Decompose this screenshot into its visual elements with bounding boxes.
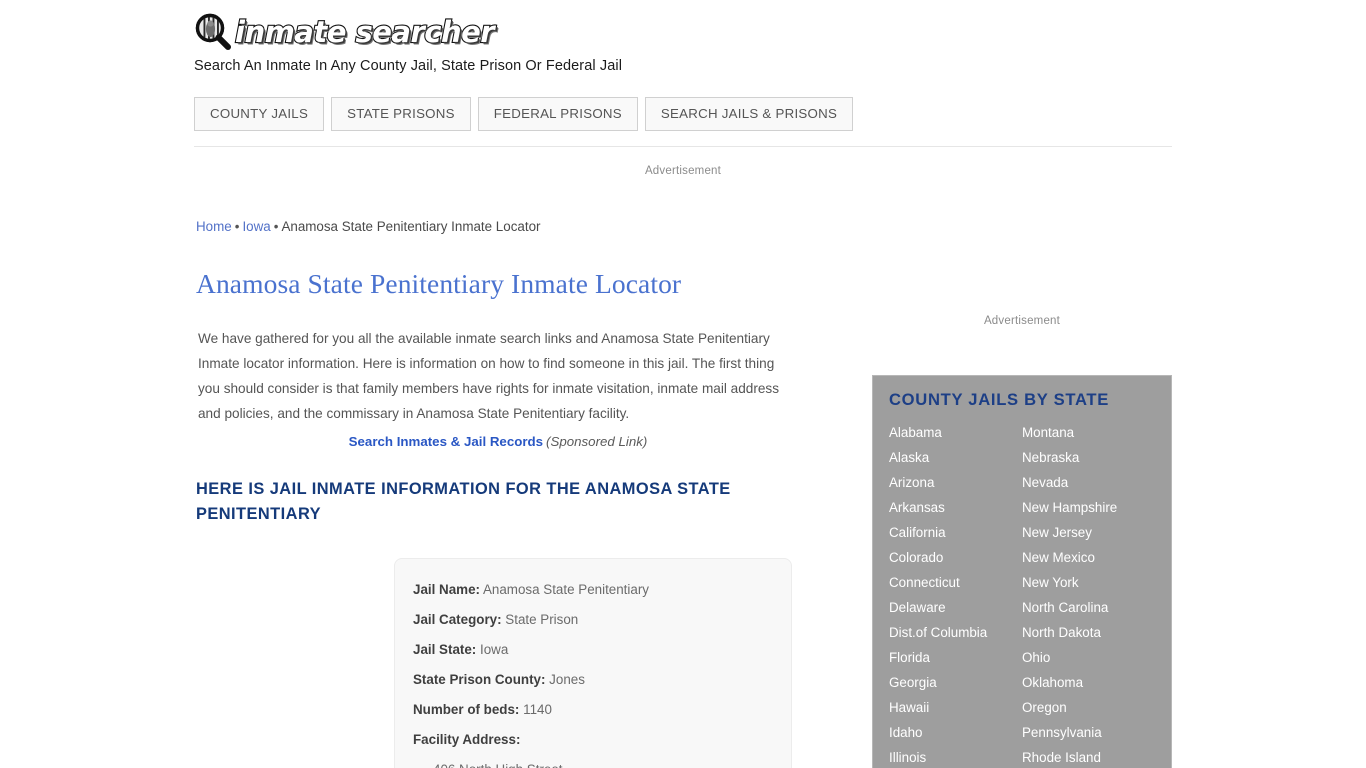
state-link-north-dakota[interactable]: North Dakota <box>1022 620 1155 645</box>
state-link-pennsylvania[interactable]: Pennsylvania <box>1022 720 1155 745</box>
info-label-jail-state: Jail State: <box>413 642 477 657</box>
state-link-new-jersey[interactable]: New Jersey <box>1022 520 1155 545</box>
intro-paragraph: We have gathered for you all the availab… <box>198 330 780 422</box>
site-logo-text: inmate searcher <box>234 14 496 50</box>
state-link-alaska[interactable]: Alaska <box>889 445 1022 470</box>
state-link-delaware[interactable]: Delaware <box>889 595 1022 620</box>
sponsored-link-row: Search Inmates & Jail Records (Sponsored … <box>196 434 800 449</box>
main-navigation: COUNTY JAILS STATE PRISONS FEDERAL PRISO… <box>194 97 854 131</box>
state-link-grid: Alabama Montana Alaska Nebraska Arizona … <box>889 420 1155 768</box>
magnifier-prison-bars-icon <box>194 13 232 51</box>
state-link-california[interactable]: California <box>889 520 1022 545</box>
state-link-arizona[interactable]: Arizona <box>889 470 1022 495</box>
info-row-prison-county: State Prison County: Jones <box>413 665 773 695</box>
state-link-new-mexico[interactable]: New Mexico <box>1022 545 1155 570</box>
sidebar-ad-label: Advertisement <box>983 315 1061 327</box>
info-row-jail-category: Jail Category: State Prison <box>413 605 773 635</box>
sidebar-heading: COUNTY JAILS BY STATE <box>889 390 1109 409</box>
state-link-nevada[interactable]: Nevada <box>1022 470 1155 495</box>
info-row-number-of-beds: Number of beds: 1140 <box>413 695 773 725</box>
info-value-jail-name: Anamosa State Penitentiary <box>482 582 649 597</box>
page-title: Anamosa State Penitentiary Inmate Locato… <box>196 268 682 299</box>
info-label-prison-county: State Prison County: <box>413 672 546 687</box>
site-logo[interactable]: inmate searcher <box>194 12 894 52</box>
info-value-jail-state: Iowa <box>480 642 509 657</box>
top-ad-label: Advertisement <box>644 165 722 177</box>
state-link-dist-of-columbia[interactable]: Dist.of Columbia <box>889 620 1022 645</box>
nav-county-jails[interactable]: COUNTY JAILS <box>194 97 325 131</box>
state-link-ohio[interactable]: Ohio <box>1022 645 1155 670</box>
info-row-jail-state: Jail State: Iowa <box>413 635 773 665</box>
breadcrumb: Home • Iowa • Anamosa State Penitentiary Inm… <box>196 219 540 234</box>
state-link-montana[interactable]: Montana <box>1022 420 1155 445</box>
state-link-north-carolina[interactable]: North Carolina <box>1022 595 1155 620</box>
content-container: inmate searcher Search An Inmate In Any … <box>194 0 1172 768</box>
info-value-prison-county: Jones <box>549 672 585 687</box>
state-link-arkansas[interactable]: Arkansas <box>889 495 1022 520</box>
state-link-oklahoma[interactable]: Oklahoma <box>1022 670 1155 695</box>
state-link-georgia[interactable]: Georgia <box>889 670 1022 695</box>
nav-search-jails-prisons[interactable]: SEARCH JAILS & PRISONS <box>644 97 854 131</box>
site-tagline: Search An Inmate In Any County Jail, Sta… <box>194 58 623 74</box>
info-label-number-of-beds: Number of beds: <box>413 702 520 717</box>
info-row-jail-name: Jail Name: Anamosa State Penitentiary <box>413 575 773 605</box>
jail-info-box: Jail Name: Anamosa State Penitentiary Ja… <box>394 558 792 768</box>
info-value-jail-category: State Prison <box>505 612 579 627</box>
state-link-illinois[interactable]: Illinois <box>889 745 1022 768</box>
sponsored-note: (Sponsored Link) <box>546 434 648 449</box>
state-link-nebraska[interactable]: Nebraska <box>1022 445 1155 470</box>
search-inmates-jail-records-link[interactable]: Search Inmates & Jail Records <box>349 434 543 449</box>
nav-state-prisons[interactable]: STATE PRISONS <box>331 97 471 131</box>
info-label-jail-name: Jail Name: <box>413 582 480 597</box>
site-header: inmate searcher Search An Inmate In Any … <box>194 12 894 74</box>
breadcrumb-home[interactable]: Home <box>196 219 232 234</box>
state-link-colorado[interactable]: Colorado <box>889 545 1022 570</box>
state-link-florida[interactable]: Florida <box>889 645 1022 670</box>
state-link-new-york[interactable]: New York <box>1022 570 1155 595</box>
breadcrumb-separator-1: • <box>234 219 240 234</box>
info-label-facility-address: Facility Address: <box>413 732 521 747</box>
state-link-connecticut[interactable]: Connecticut <box>889 570 1022 595</box>
header-divider <box>194 146 1172 147</box>
nav-federal-prisons[interactable]: FEDERAL PRISONS <box>477 97 638 131</box>
info-value-address-line-1: 406 North High Street <box>413 755 773 768</box>
breadcrumb-current: Anamosa State Penitentiary Inmate Locato… <box>281 219 541 234</box>
state-link-idaho[interactable]: Idaho <box>889 720 1022 745</box>
state-link-new-hampshire[interactable]: New Hampshire <box>1022 495 1155 520</box>
breadcrumb-state[interactable]: Iowa <box>242 219 270 234</box>
page-root: inmate searcher Search An Inmate In Any … <box>0 0 1366 768</box>
breadcrumb-separator-2: • <box>273 219 279 234</box>
section-heading: HERE IS JAIL INMATE INFORMATION FOR THE … <box>196 480 731 523</box>
info-row-facility-address: Facility Address: <box>413 725 773 755</box>
county-jails-by-state-widget: COUNTY JAILS BY STATE Alabama Montana Al… <box>872 375 1172 768</box>
state-link-alabama[interactable]: Alabama <box>889 420 1022 445</box>
state-link-hawaii[interactable]: Hawaii <box>889 695 1022 720</box>
info-label-jail-category: Jail Category: <box>413 612 502 627</box>
state-link-oregon[interactable]: Oregon <box>1022 695 1155 720</box>
info-value-number-of-beds: 1140 <box>523 702 552 717</box>
state-link-rhode-island[interactable]: Rhode Island <box>1022 745 1155 768</box>
